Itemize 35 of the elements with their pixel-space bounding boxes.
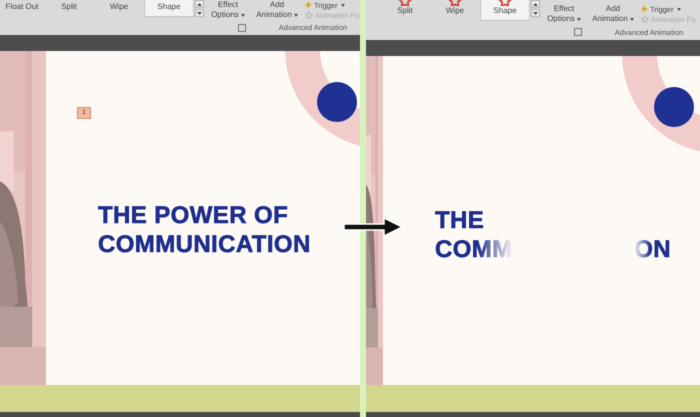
animation-effect-button[interactable]: Split <box>380 0 430 21</box>
slide-title: THE POWER OF <box>98 201 288 230</box>
slide-title: THE <box>435 206 484 235</box>
caret-down-icon <box>533 12 538 14</box>
circle-drawing <box>654 87 694 127</box>
effect-options-button[interactable]: Effect Options <box>207 0 249 20</box>
lightning-icon <box>641 5 648 13</box>
caret-down-icon <box>197 12 202 14</box>
star-icon <box>498 0 512 6</box>
star-icon <box>398 0 412 6</box>
star-icon <box>641 15 649 23</box>
animation-effect-button[interactable]: Shape <box>144 0 194 17</box>
add-animation-button[interactable]: Add Animation <box>251 0 303 20</box>
animation-effect-button[interactable]: Shape <box>480 0 530 21</box>
slide-title: COMMUNICATION <box>98 230 311 259</box>
circle-drawing <box>317 82 357 122</box>
star-icon <box>305 11 313 19</box>
star-icon <box>448 0 462 6</box>
animation-effect-button[interactable]: Wipe <box>94 0 144 17</box>
lightning-icon <box>305 1 312 9</box>
slide-title: ON <box>634 235 671 264</box>
slide-title: COMM <box>435 235 513 264</box>
caret-up-icon <box>197 2 202 6</box>
scroll-up-button[interactable] <box>195 0 204 8</box>
animation-effect-button[interactable]: Split <box>44 0 94 17</box>
animation-effect-button[interactable]: Float Out <box>0 0 44 17</box>
effect-options-button[interactable]: Effect Options <box>543 0 585 24</box>
scroll-down-button[interactable] <box>531 9 540 17</box>
animation-effect-button[interactable]: Wipe <box>430 0 480 21</box>
dialog-launcher-icon[interactable] <box>238 24 246 32</box>
caret-up-icon <box>533 2 538 6</box>
scroll-up-button[interactable] <box>531 0 540 8</box>
dialog-launcher-icon[interactable] <box>574 28 582 36</box>
scroll-down-button[interactable] <box>195 9 204 17</box>
add-animation-button[interactable]: Add Animation <box>587 0 639 24</box>
